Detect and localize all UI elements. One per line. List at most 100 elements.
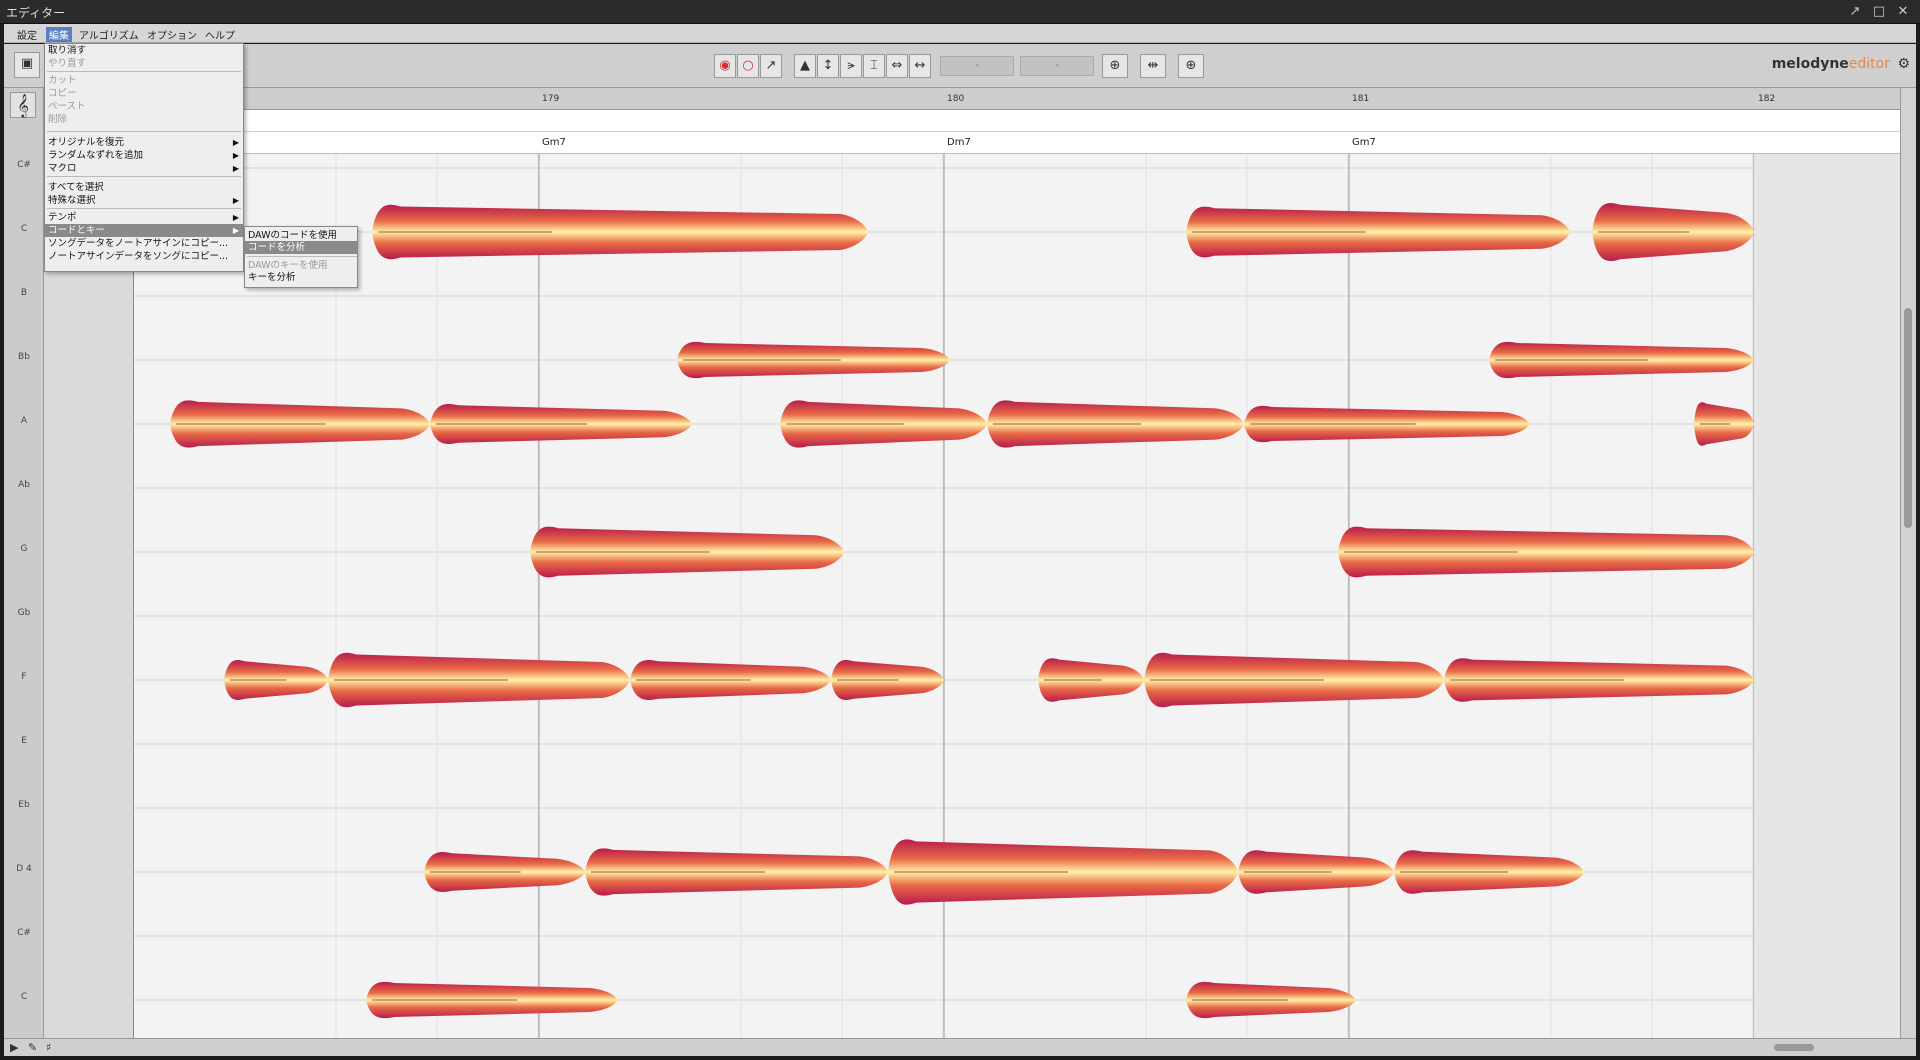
- edit-menu-item[interactable]: 特殊な選択 ▶: [45, 194, 243, 207]
- menu-item-label: すべてを選択: [48, 182, 104, 193]
- submenu-arrow-icon: ▶: [232, 196, 239, 205]
- menu-item-label: テンポ: [48, 212, 77, 223]
- brand-logo: melodyneeditor: [1771, 56, 1890, 72]
- bar-number: 180: [947, 94, 965, 104]
- pitch-ruler: 𝄞 C# C B Bb A Ab G Gb F E Eb D 4 C# C: [4, 88, 44, 1038]
- chord-label[interactable]: Dm7: [947, 137, 971, 148]
- scale-icon[interactable]: ♯: [46, 1041, 51, 1054]
- edit-menu-item: カット: [45, 74, 243, 87]
- main-tool-icon[interactable]: ▲: [794, 54, 816, 78]
- menu-separator: [47, 176, 241, 177]
- edit-menu-item[interactable]: ノートアサインデータをソングにコピー...: [45, 250, 243, 263]
- edit-menu-item: 削除: [45, 113, 243, 126]
- vertical-scrollbar[interactable]: [1900, 88, 1916, 1038]
- timing-tool-icon[interactable]: ⇔: [886, 54, 908, 78]
- time-snap-icon[interactable]: ⇹: [1140, 54, 1166, 78]
- menu-separator: [47, 71, 241, 72]
- pitch-label: C: [20, 992, 28, 1002]
- submenu-arrow-icon: ▶: [232, 213, 239, 222]
- quantize-icon[interactable]: ⊕: [1178, 54, 1204, 78]
- menu-item-label: 特殊な選択: [48, 195, 96, 206]
- pitch-label: F: [21, 672, 27, 682]
- formant-tool-icon[interactable]: ⪫: [840, 54, 862, 78]
- sidebar-toggle-icon[interactable]: ▣: [14, 52, 40, 78]
- toolbar: ▣ ◉ ○ ↗ ▲ ↕ ⪫ ⌶ ⇔ ↔ - - ⊕ ⇹ ⊕ melodyneed…: [4, 44, 1916, 88]
- submenu-arrow-icon: ▶: [232, 226, 239, 235]
- edit-menu-item[interactable]: ランダムなずれを追加 ▶: [45, 149, 243, 162]
- pitch-snap-icon[interactable]: ⊕: [1102, 54, 1128, 78]
- pitch-grid-icon[interactable]: ↗: [760, 54, 782, 78]
- chord-label[interactable]: Gm7: [542, 137, 566, 148]
- pitch-label: Gb: [17, 608, 31, 618]
- pin-icon[interactable]: ↗: [1846, 3, 1864, 21]
- chord-key-submenu: DAWのコードを使用 コードを分析 DAWのキーを使用 キーを分析: [244, 226, 358, 288]
- menu-edit[interactable]: 編集: [46, 27, 72, 42]
- edit-menu-item[interactable]: オリジナルを復元 ▶: [45, 136, 243, 149]
- pitch-label: Ab: [18, 480, 30, 490]
- title-bar: エディター ↗ □ ✕: [0, 0, 1920, 24]
- edit-area[interactable]: 179 180 181 182 Gm7 Dm7 Gm7: [134, 88, 1904, 1038]
- submenu-arrow-icon: ▶: [232, 164, 239, 173]
- chord-key-menu-item[interactable]: キーを分析: [245, 271, 357, 284]
- menu-separator: [247, 256, 357, 257]
- submenu-arrow-icon: ▶: [232, 138, 239, 147]
- post-region: [1754, 154, 1904, 1038]
- maximize-icon[interactable]: □: [1870, 3, 1888, 21]
- pitch-label: Eb: [18, 800, 30, 810]
- clef-icon[interactable]: 𝄞: [10, 92, 36, 118]
- amplitude-tool-icon[interactable]: ⌶: [863, 54, 885, 78]
- edit-menu: 取り消す やり直す カット コピー ペースト 削除 オリジナルを復元 ▶ ランダムなずれを追加 ▶…: [44, 43, 244, 272]
- pencil-icon[interactable]: ✎: [28, 1041, 37, 1054]
- edit-menu-item[interactable]: 取り消す: [45, 44, 243, 57]
- bar-number: 181: [1352, 94, 1370, 104]
- pitch-label: G: [20, 544, 28, 554]
- play-icon[interactable]: ▶: [10, 1041, 18, 1054]
- menu-item-label: 削除: [48, 114, 68, 125]
- pitch-label: A: [20, 416, 28, 426]
- tempo-lane: [134, 110, 1904, 132]
- edit-menu-item: ペースト: [45, 100, 243, 113]
- window-title: エディター: [6, 6, 66, 20]
- menu-algorithm[interactable]: アルゴリズム: [76, 27, 142, 42]
- horizontal-scroll-thumb[interactable]: [1774, 1044, 1814, 1051]
- pitch-label: C#: [17, 928, 31, 938]
- chord-key-menu-item[interactable]: コードを分析: [245, 241, 357, 254]
- menu-item-label: コードとキー: [48, 225, 106, 236]
- scroll-thumb[interactable]: [1904, 308, 1912, 528]
- submenu-arrow-icon: ▶: [232, 151, 239, 160]
- status-bar: ▶ ✎ ♯: [4, 1038, 1916, 1056]
- timeline-ruler[interactable]: 179 180 181 182: [134, 88, 1904, 110]
- menu-settings[interactable]: 設定: [14, 27, 40, 42]
- edit-menu-item[interactable]: マクロ ▶: [45, 162, 243, 175]
- menu-item-label: 取り消す: [48, 45, 87, 56]
- menu-item-label: ペースト: [48, 101, 86, 112]
- gear-icon[interactable]: ⚙: [1897, 56, 1910, 72]
- audio-play-icon[interactable]: ○: [737, 54, 759, 78]
- time-value-field[interactable]: -: [1020, 56, 1094, 76]
- pitch-label: E: [21, 736, 27, 746]
- menu-item-label: カット: [48, 75, 77, 86]
- menu-bar: 設定 編集 アルゴリズム オプション ヘルプ: [4, 24, 1916, 43]
- edit-menu-item[interactable]: すべてを選択: [45, 181, 243, 194]
- chord-label[interactable]: Gm7: [1352, 137, 1376, 148]
- pitch-tool-icon[interactable]: ↕: [817, 54, 839, 78]
- close-icon[interactable]: ✕: [1894, 3, 1912, 21]
- menu-options[interactable]: オプション: [144, 27, 200, 42]
- bar-number: 179: [542, 94, 560, 104]
- edit-menu-item[interactable]: コードとキー ▶: [45, 224, 243, 237]
- menu-item-label: マクロ: [48, 163, 77, 174]
- edit-menu-item[interactable]: ソングデータをノートアサインにコピー...: [45, 237, 243, 250]
- menu-item-label: オリジナルを復元: [48, 137, 125, 148]
- edit-menu-item[interactable]: テンポ ▶: [45, 211, 243, 224]
- menu-item-label: ソングデータをノートアサインにコピー...: [48, 238, 229, 249]
- separation-tool-icon[interactable]: ↔: [909, 54, 931, 78]
- chord-track[interactable]: Gm7 Dm7 Gm7: [134, 132, 1904, 154]
- pitch-value-field[interactable]: -: [940, 56, 1014, 76]
- menu-item-label: コピー: [48, 88, 77, 99]
- edit-menu-item: やり直す: [45, 57, 243, 70]
- edit-menu-item: コピー: [45, 87, 243, 100]
- menu-item-label: やり直す: [48, 58, 87, 69]
- audio-scrub-icon[interactable]: ◉: [714, 54, 736, 78]
- menu-help[interactable]: ヘルプ: [202, 27, 238, 42]
- note-grid[interactable]: [134, 154, 1904, 1038]
